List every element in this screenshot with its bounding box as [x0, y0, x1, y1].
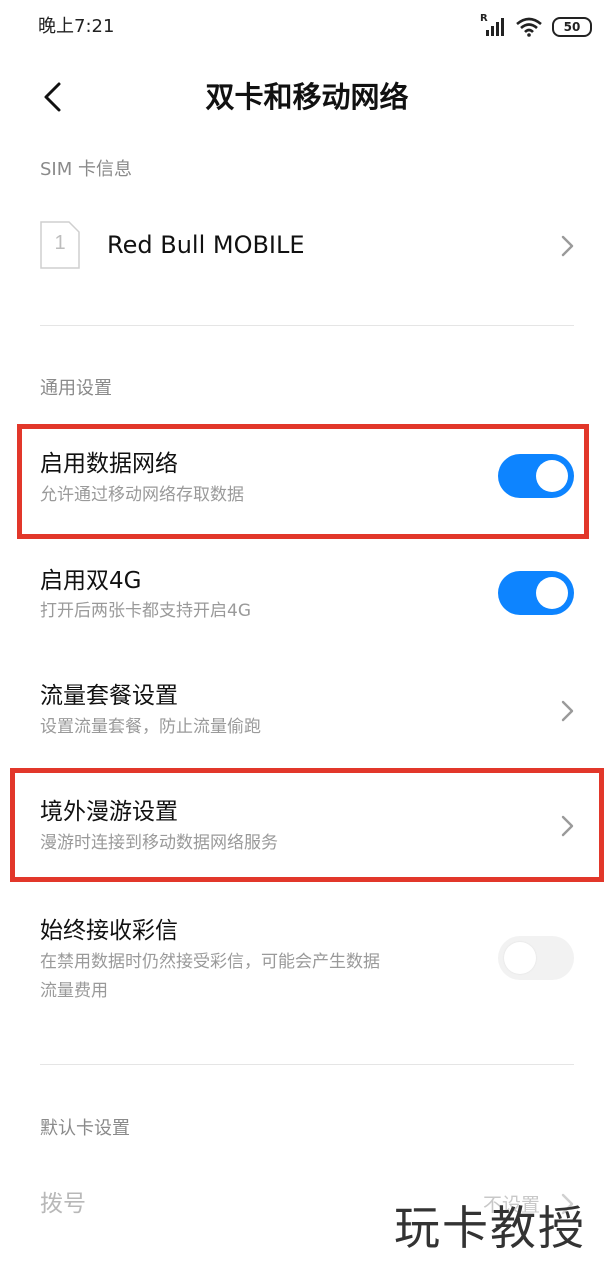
sim-slot-number: 1: [54, 232, 66, 254]
page-title: 双卡和移动网络: [205, 80, 409, 114]
sim-carrier-name: Red Bull MOBILE: [107, 231, 305, 259]
divider: [40, 325, 574, 326]
toggle-knob: [536, 460, 568, 492]
always-mms-toggle[interactable]: [498, 936, 574, 980]
setting-title: 境外漫游设置: [40, 799, 178, 825]
chevron-right-icon: [561, 235, 574, 257]
setting-title: 启用双4G: [40, 568, 142, 594]
setting-subtitle: 打开后两张卡都支持开启4G: [40, 601, 251, 621]
wifi-icon: [516, 17, 542, 37]
section-label-default: 默认卡设置: [40, 1118, 130, 1139]
chevron-right-icon: [561, 700, 574, 722]
setting-subtitle: 设置流量套餐，防止流量偷跑: [40, 717, 261, 737]
setting-title: 始终接收彩信: [40, 918, 178, 944]
section-label-general: 通用设置: [40, 378, 112, 399]
section-label-sim: SIM 卡信息: [40, 159, 132, 180]
setting-roaming[interactable]: 境外漫游设置 漫游时连接到移动数据网络服务: [0, 768, 614, 881]
watermark-text: 玩卡教授: [394, 1201, 586, 1255]
status-icons: R 50: [480, 13, 592, 40]
setting-subtitle-line2: 流量费用: [40, 981, 108, 1001]
dual-4g-toggle[interactable]: [498, 571, 574, 615]
toggle-knob: [536, 577, 568, 609]
setting-subtitle: 允许通过移动网络存取数据: [40, 485, 244, 505]
setting-enable-data[interactable]: 启用数据网络 允许通过移动网络存取数据: [0, 424, 614, 538]
setting-title: 拨号: [40, 1191, 86, 1217]
setting-subtitle-line1: 在禁用数据时仍然接受彩信，可能会产生数据: [40, 952, 380, 972]
battery-icon: 50: [552, 17, 592, 37]
sim-card-row[interactable]: 1 Red Bull MOBILE: [0, 200, 614, 292]
setting-subtitle: 漫游时连接到移动数据网络服务: [40, 833, 278, 853]
toggle-knob: [504, 942, 536, 974]
chevron-right-icon: [561, 815, 574, 837]
setting-dual-4g[interactable]: 启用双4G 打开后两张卡都支持开启4G: [0, 545, 614, 655]
signal-icon: R: [480, 13, 506, 37]
divider: [40, 1064, 574, 1065]
sim-card-icon: 1: [40, 221, 80, 269]
setting-title: 启用数据网络: [40, 451, 178, 477]
enable-data-toggle[interactable]: [498, 454, 574, 498]
setting-always-mms[interactable]: 始终接收彩信 在禁用数据时仍然接受彩信，可能会产生数据 流量费用: [0, 895, 614, 1025]
status-time: 晚上7:21: [38, 16, 115, 37]
setting-data-plan[interactable]: 流量套餐设置 设置流量套餐，防止流量偷跑: [0, 660, 614, 765]
setting-title: 流量套餐设置: [40, 683, 178, 709]
